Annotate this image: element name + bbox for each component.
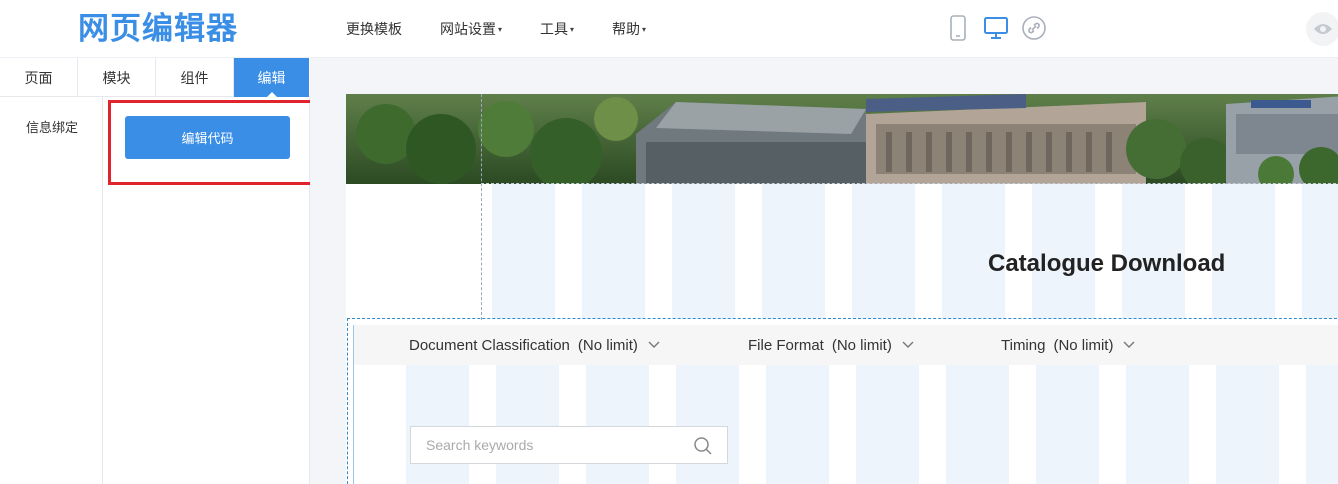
filter-timing[interactable]: Timing (No limit) bbox=[1001, 325, 1135, 365]
tab-page[interactable]: 页面 bbox=[0, 58, 78, 97]
row-divider-guide bbox=[481, 183, 1338, 184]
tab-component[interactable]: 组件 bbox=[156, 58, 234, 97]
edit-code-button[interactable]: 编辑代码 bbox=[125, 116, 290, 159]
link-icon bbox=[1022, 16, 1046, 40]
filter-label: Timing bbox=[1001, 336, 1046, 354]
column-guide-stripe bbox=[496, 365, 559, 484]
caret-down-icon: ▾ bbox=[642, 24, 647, 34]
chevron-down-icon bbox=[648, 341, 660, 348]
banner-image bbox=[346, 94, 1338, 184]
tab-module[interactable]: 模块 bbox=[78, 58, 156, 97]
nav-label: 帮助 bbox=[612, 22, 641, 38]
mobile-view-button[interactable] bbox=[944, 14, 972, 42]
column-guide-stripe bbox=[1306, 365, 1338, 484]
column-guide-stripe bbox=[1216, 365, 1279, 484]
column-guide-stripe bbox=[676, 365, 739, 484]
filter-value: (No limit) bbox=[577, 336, 638, 354]
tab-label: 页面 bbox=[24, 70, 53, 87]
preview-button[interactable] bbox=[1306, 12, 1338, 46]
column-guide-stripe bbox=[1302, 184, 1338, 319]
subnav-info-binding[interactable]: 信息绑定 bbox=[26, 117, 78, 136]
layout-column-guides-lower bbox=[406, 365, 1338, 484]
eye-icon bbox=[1314, 24, 1332, 34]
desktop-icon bbox=[984, 17, 1008, 39]
column-guide-stripe bbox=[1126, 365, 1189, 484]
top-header: 网页编辑器 更换模板 网站设置 ▾ 工具 ▾ 帮助 ▾ bbox=[0, 0, 1338, 58]
search-icon[interactable] bbox=[693, 436, 713, 456]
tab-edit[interactable]: 编辑 bbox=[234, 58, 309, 98]
column-guide-stripe bbox=[1036, 365, 1099, 484]
nav-site-settings[interactable]: 网站设置 ▾ bbox=[440, 19, 502, 39]
mobile-icon bbox=[950, 15, 966, 41]
chevron-down-icon bbox=[902, 341, 914, 348]
column-guide-stripe bbox=[852, 184, 915, 319]
nav-tools[interactable]: 工具 ▾ bbox=[540, 19, 574, 39]
left-tabs: 页面 模块 组件 编辑 bbox=[0, 58, 310, 98]
column-guide-stripe bbox=[492, 184, 555, 319]
search-box bbox=[410, 426, 728, 464]
column-guide-stripe bbox=[406, 365, 469, 484]
search-input[interactable] bbox=[411, 427, 681, 463]
filter-document-classification[interactable]: Document Classification (No limit) bbox=[409, 325, 660, 365]
left-panel: 信息绑定 编辑代码 bbox=[0, 97, 313, 484]
column-guide-stripe bbox=[766, 365, 829, 484]
device-switcher bbox=[944, 14, 1058, 42]
column-guide-stripe bbox=[672, 184, 735, 319]
filter-module[interactable]: Document Classification (No limit) File … bbox=[347, 318, 1338, 484]
filter-label: File Format bbox=[748, 336, 824, 354]
column-guide-stripe bbox=[946, 365, 1009, 484]
filter-value: (No limit) bbox=[831, 336, 892, 354]
column-guide-stripe bbox=[762, 184, 825, 319]
top-nav: 更换模板 网站设置 ▾ 工具 ▾ 帮助 ▾ bbox=[346, 0, 684, 58]
chevron-down-icon bbox=[1123, 341, 1135, 348]
column-divider-guide bbox=[481, 94, 482, 320]
caret-down-icon: ▾ bbox=[570, 24, 575, 34]
filter-label: Document Classification bbox=[409, 336, 570, 354]
section-title[interactable]: Catalogue Download bbox=[988, 250, 1225, 278]
column-guide-stripe bbox=[856, 365, 919, 484]
app-logo: 网页编辑器 bbox=[78, 11, 238, 47]
filter-bar: Document Classification (No limit) File … bbox=[354, 325, 1338, 365]
nav-help[interactable]: 帮助 ▾ bbox=[612, 19, 646, 39]
panel-subnav: 信息绑定 bbox=[0, 97, 103, 484]
column-guide-stripe bbox=[582, 184, 645, 319]
tab-label: 组件 bbox=[180, 70, 209, 87]
tab-label: 模块 bbox=[102, 70, 131, 87]
nav-label: 网站设置 bbox=[440, 22, 496, 38]
nav-label: 工具 bbox=[540, 22, 569, 38]
filter-file-format[interactable]: File Format (No limit) bbox=[748, 325, 914, 365]
link-view-button[interactable] bbox=[1020, 14, 1048, 42]
filter-module-inner: Document Classification (No limit) File … bbox=[353, 325, 1338, 484]
editor-canvas[interactable]: Catalogue Download Document Classificati… bbox=[310, 58, 1338, 484]
page-preview: Catalogue Download Document Classificati… bbox=[346, 94, 1338, 484]
column-guide-stripe bbox=[586, 365, 649, 484]
tab-label: 编辑 bbox=[257, 70, 286, 87]
desktop-view-button[interactable] bbox=[982, 14, 1010, 42]
caret-down-icon: ▾ bbox=[498, 24, 503, 34]
filter-value: (No limit) bbox=[1053, 336, 1114, 354]
nav-label: 更换模板 bbox=[346, 22, 402, 38]
nav-change-template[interactable]: 更换模板 bbox=[346, 19, 402, 39]
